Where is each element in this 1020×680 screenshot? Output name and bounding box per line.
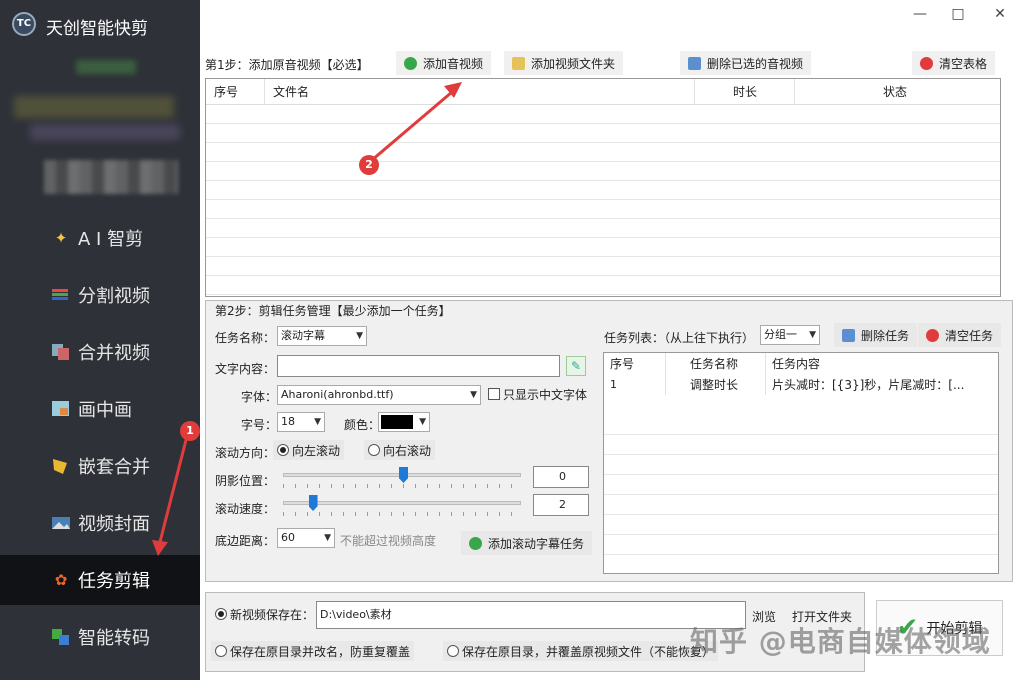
annotation-arrows	[152, 82, 462, 556]
annotation-badge: 1	[180, 421, 200, 441]
annotation-badge: 2	[359, 155, 379, 175]
